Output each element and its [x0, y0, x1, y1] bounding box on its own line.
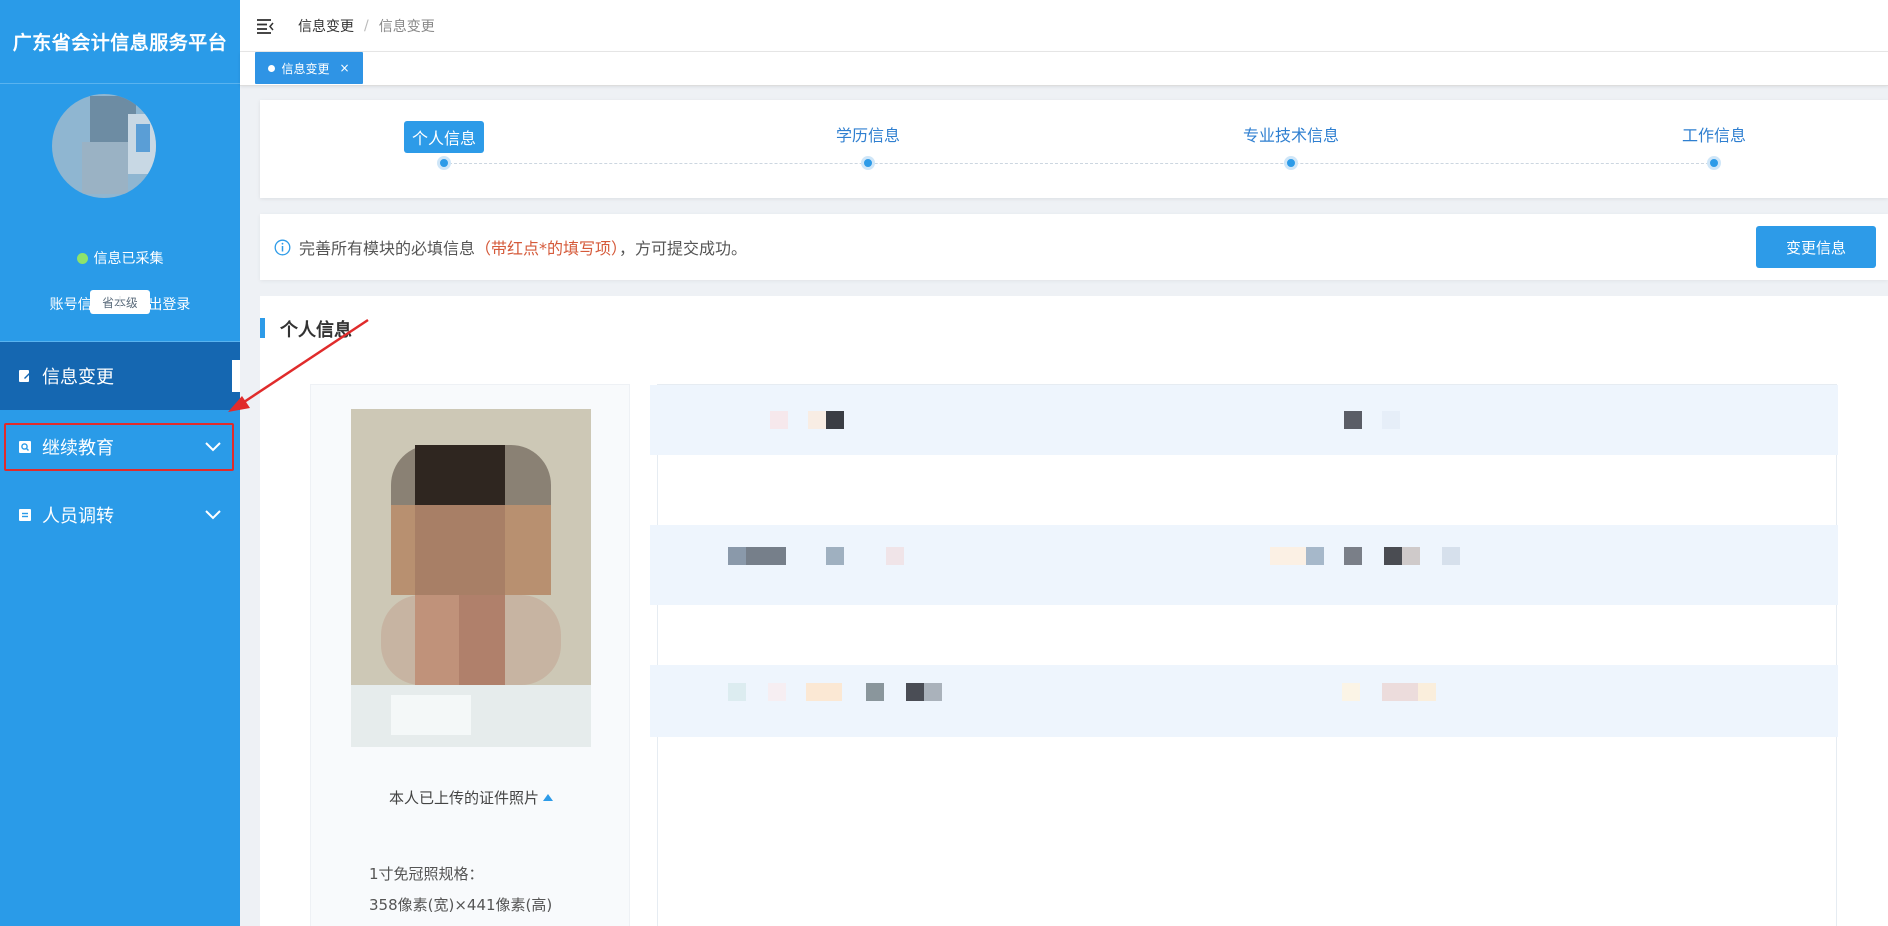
detail-row [650, 665, 1838, 737]
photo-caption-toggle[interactable]: 本人已上传的证件照片 [311, 787, 631, 808]
breadcrumb-separator: / [364, 17, 369, 34]
tab-dot-icon [268, 64, 276, 72]
account-links: 账号信息 | 退出登录 [0, 294, 240, 314]
app-title: 广东省会计信息服务平台 [12, 32, 228, 54]
sidebar-item-label: 信息变更 [42, 367, 114, 388]
logout-link[interactable]: 退出登录 [134, 294, 190, 314]
top-bar: 信息变更 / 信息变更 [240, 0, 1888, 52]
breadcrumb: 信息变更 / 信息变更 [298, 16, 435, 36]
chevron-down-icon [205, 442, 221, 452]
personal-detail-panel [650, 384, 1838, 926]
caret-up-icon [543, 794, 553, 801]
id-photo [351, 409, 591, 747]
photo-caption-text: 本人已上传的证件照片 [388, 789, 539, 807]
sidebar-item-continuing-education[interactable]: 继续教育 [0, 413, 240, 481]
collect-status-text: 信息已采集 [93, 251, 164, 267]
personal-info-card: 个人信息 本人已上传的证件照片 1寸免冠照规格： 358像素(宽)×441像素(… [260, 296, 1888, 926]
app-brand: 广东省会计信息服务平台 [0, 0, 240, 84]
edit-icon [19, 370, 31, 382]
breadcrumb-item[interactable]: 信息变更 [298, 16, 354, 36]
step-label: 专业技术信息 [1242, 126, 1339, 145]
step-professional-tech-info[interactable]: 专业技术信息 [1191, 100, 1391, 198]
breadcrumb-current: 信息变更 [378, 18, 435, 35]
search-doc-icon [19, 441, 31, 453]
step-work-info[interactable]: 工作信息 [1614, 100, 1814, 198]
steps-connector [444, 163, 1714, 164]
sidebar-item-label: 继续教育 [42, 438, 114, 459]
notice-text: 完善所有模块的必填信息（带红点*的填写项），方可提交成功。 [299, 235, 747, 259]
photo-spec-size: 358像素(宽)×441像素(高) [369, 896, 553, 914]
photo-panel: 本人已上传的证件照片 1寸免冠照规格： 358像素(宽)×441像素(高) [310, 384, 630, 926]
step-education-info[interactable]: 学历信息 [768, 100, 968, 198]
photo-spec-title: 1寸免冠照规格： [369, 865, 484, 883]
detail-row [650, 525, 1838, 605]
sidebar-item-label: 人员调转 [42, 506, 114, 527]
step-dot-icon [437, 156, 451, 170]
detail-row [650, 385, 1838, 455]
link-separator: | [117, 296, 123, 312]
change-info-button[interactable]: 变更信息 [1756, 226, 1876, 268]
list-doc-icon [19, 509, 31, 521]
sidebar: 广东省会计信息服务平台 省本级 信息已采集 账号信息 | 退出登录 信息变更 继… [0, 0, 240, 926]
sidebar-item-info-change[interactable]: 信息变更 [0, 342, 240, 410]
collect-status: 信息已采集 [0, 248, 240, 268]
notice-card: 完善所有模块的必填信息（带红点*的填写项），方可提交成功。 变更信息 [260, 214, 1888, 280]
steps-card: 个人信息 学历信息 专业技术信息 工作信息 [260, 100, 1888, 198]
notice-required-hint: （带红点*的填写项） [475, 239, 620, 258]
tab-label: 信息变更 [281, 61, 330, 76]
account-info-link[interactable]: 账号信息 [50, 294, 106, 314]
info-circle-icon [274, 239, 291, 255]
status-dot-icon [76, 252, 88, 264]
sidebar-item-personnel-transfer[interactable]: 人员调转 [0, 481, 240, 549]
tab-bar: 信息变更 × [240, 52, 1888, 86]
step-dot-icon [1284, 156, 1298, 170]
step-dot-icon [861, 156, 875, 170]
menu-fold-icon[interactable] [256, 17, 274, 35]
step-label: 个人信息 [403, 121, 485, 153]
notice-text-main: 完善所有模块的必填信息 [299, 239, 476, 258]
step-label: 工作信息 [1681, 126, 1746, 145]
avatar[interactable] [52, 94, 156, 198]
tab-info-change[interactable]: 信息变更 × [255, 52, 363, 84]
annotation-arrow [228, 318, 369, 412]
step-label: 学历信息 [835, 126, 900, 145]
step-dot-icon [1707, 156, 1721, 170]
chevron-down-icon [205, 510, 221, 520]
tab-close-icon[interactable]: × [339, 61, 349, 75]
step-personal-info[interactable]: 个人信息 [344, 100, 544, 198]
notice-text-tail: ，方可提交成功。 [619, 239, 748, 258]
